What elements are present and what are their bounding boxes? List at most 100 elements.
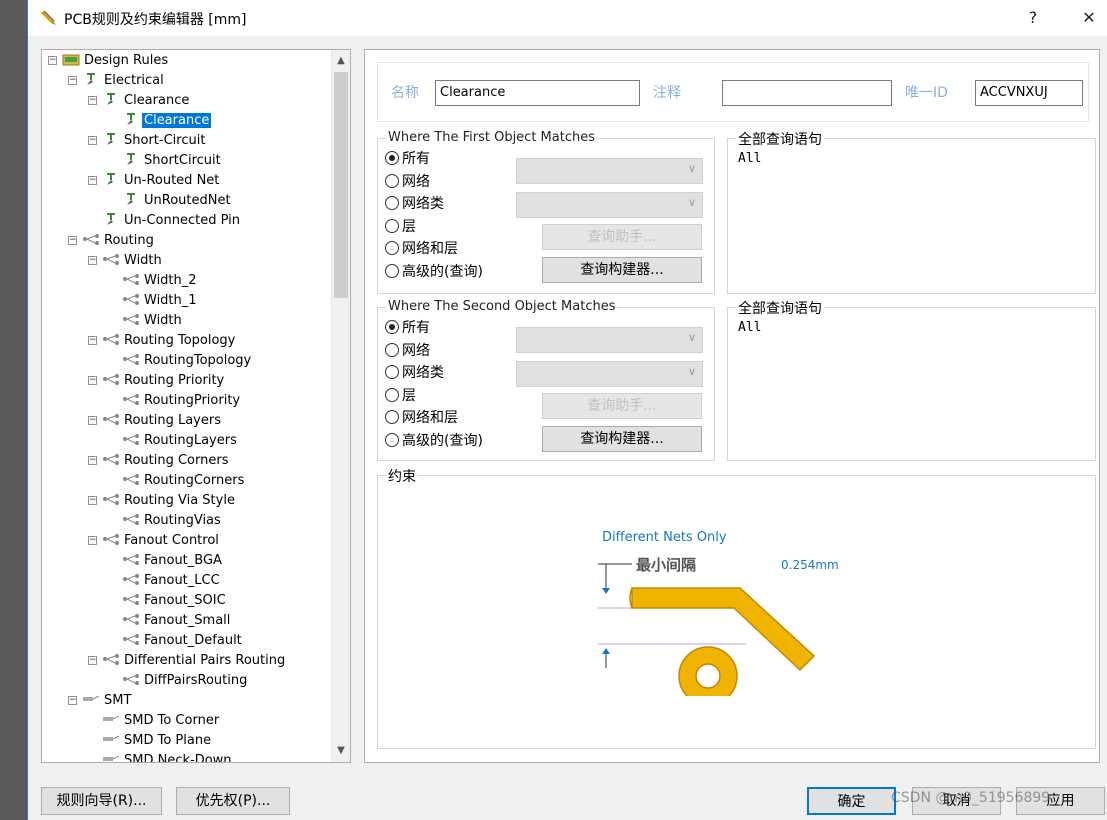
- second-match-radio-option[interactable]: 网络: [385, 340, 430, 362]
- tree-item[interactable]: ShortCircuit: [122, 151, 223, 171]
- help-button[interactable]: ?: [1018, 6, 1048, 30]
- tree-item[interactable]: SMD To Plane: [102, 731, 213, 751]
- tree-item[interactable]: Differential Pairs Routing: [102, 651, 287, 671]
- tree-item[interactable]: Routing: [82, 231, 156, 251]
- tree-item[interactable]: Routing Layers: [102, 411, 223, 431]
- second-query-text[interactable]: All: [738, 320, 761, 335]
- second-query-builder-button[interactable]: 查询构建器...: [542, 426, 702, 452]
- tree-item[interactable]: Width: [122, 311, 184, 331]
- tree-item[interactable]: DiffPairsRouting: [122, 671, 249, 691]
- collapse-icon[interactable]: −: [68, 236, 77, 245]
- collapse-icon[interactable]: −: [68, 696, 77, 705]
- first-match-radio-option[interactable]: 网络: [385, 171, 430, 193]
- radio-indicator-icon: [385, 151, 399, 165]
- tree-item[interactable]: SMD Neck-Down: [102, 751, 234, 762]
- unconnected-pin-icon: [107, 213, 115, 225]
- routing-icon: [83, 234, 99, 245]
- ok-button[interactable]: 确定: [807, 787, 896, 815]
- routing-priority-icon: [103, 374, 119, 385]
- scroll-down-icon[interactable]: ▼: [332, 742, 350, 760]
- name-field[interactable]: Clearance: [435, 80, 640, 106]
- second-netclass-select[interactable]: ∨: [516, 361, 703, 387]
- comment-field[interactable]: [722, 80, 892, 106]
- tree-item[interactable]: Width: [102, 251, 164, 271]
- second-match-radio-option[interactable]: 所有: [385, 317, 430, 339]
- tree-item[interactable]: Fanout_Small: [122, 611, 232, 631]
- scroll-thumb[interactable]: [334, 72, 348, 298]
- tree-item[interactable]: Routing Priority: [102, 371, 226, 391]
- first-query-text[interactable]: All: [738, 151, 761, 166]
- tree-item[interactable]: Fanout_SOIC: [122, 591, 228, 611]
- smt-icon: [83, 695, 100, 701]
- second-match-radio-option[interactable]: 高级的(查询): [385, 430, 483, 452]
- tree-item-label: Short-Circuit: [124, 133, 206, 148]
- collapse-icon[interactable]: −: [88, 496, 97, 505]
- tree-item[interactable]: Un-Routed Net: [102, 171, 221, 191]
- tree-item[interactable]: Electrical: [82, 71, 166, 91]
- collapse-icon[interactable]: −: [88, 536, 97, 545]
- first-net-select[interactable]: ∨: [516, 158, 703, 184]
- tree-scrollbar[interactable]: ▲ ▼: [331, 50, 350, 762]
- collapse-icon[interactable]: −: [88, 256, 97, 265]
- rule-wizard-button[interactable]: 规则向导(R)...: [41, 787, 162, 815]
- collapse-icon[interactable]: −: [48, 56, 57, 65]
- second-match-radio-option[interactable]: 网络和层: [385, 407, 458, 429]
- routing-layers-icon: [103, 414, 119, 425]
- width-category-icon: [103, 254, 119, 265]
- tree-item[interactable]: RoutingVias: [122, 511, 223, 531]
- first-query-builder-button[interactable]: 查询构建器...: [542, 257, 702, 283]
- tree-item[interactable]: Fanout Control: [102, 531, 221, 551]
- first-match-radio-option[interactable]: 网络类: [385, 193, 444, 215]
- rules-tree[interactable]: Design Rules − Electrical − Clearance − Cleara…: [41, 49, 351, 763]
- tree-item[interactable]: Routing Corners: [102, 451, 230, 471]
- tree-item[interactable]: Routing Via Style: [102, 491, 237, 511]
- first-match-radio-option[interactable]: 层: [385, 216, 416, 238]
- constraint-mode-label[interactable]: Different Nets Only: [602, 530, 727, 545]
- tree-item-label: Un-Routed Net: [124, 173, 220, 188]
- collapse-icon[interactable]: −: [88, 176, 97, 185]
- tree-item[interactable]: SMD To Corner: [102, 711, 221, 731]
- collapse-icon[interactable]: −: [88, 456, 97, 465]
- priority-button[interactable]: 优先权(P)...: [176, 787, 290, 815]
- tree-item[interactable]: Routing Topology: [102, 331, 237, 351]
- tree-item[interactable]: Design Rules: [62, 51, 170, 71]
- first-netclass-select[interactable]: ∨: [516, 192, 703, 218]
- tree-item[interactable]: RoutingTopology: [122, 351, 253, 371]
- scroll-up-icon[interactable]: ▲: [332, 52, 350, 70]
- radio-label: 所有: [402, 320, 430, 336]
- radio-indicator-icon: [385, 218, 399, 233]
- tree-item[interactable]: Clearance: [102, 91, 191, 111]
- tree-item[interactable]: Clearance: [122, 111, 212, 131]
- tree-item[interactable]: Width_2: [122, 271, 199, 291]
- tree-item[interactable]: SMT: [82, 691, 133, 711]
- first-query-helper-button[interactable]: 查询助手...: [542, 224, 702, 250]
- collapse-icon[interactable]: −: [88, 336, 97, 345]
- tree-item[interactable]: UnRoutedNet: [122, 191, 233, 211]
- tree-item[interactable]: Fanout_Default: [122, 631, 244, 651]
- collapse-icon[interactable]: −: [88, 376, 97, 385]
- close-button[interactable]: ✕: [1074, 6, 1104, 30]
- tree-item[interactable]: Un-Connected Pin: [102, 211, 242, 231]
- tree-item[interactable]: RoutingLayers: [122, 431, 239, 451]
- tree-item[interactable]: Short-Circuit: [102, 131, 207, 151]
- uid-field[interactable]: ACCVNXUJ: [975, 80, 1083, 106]
- second-query-helper-button[interactable]: 查询助手...: [542, 393, 702, 419]
- first-match-radio-option[interactable]: 高级的(查询): [385, 261, 483, 283]
- tree-item[interactable]: RoutingCorners: [122, 471, 246, 491]
- second-match-radio-option[interactable]: 网络类: [385, 362, 444, 384]
- first-match-radio-option[interactable]: 网络和层: [385, 238, 458, 260]
- collapse-icon[interactable]: −: [88, 136, 97, 145]
- tree-item[interactable]: Fanout_LCC: [122, 571, 222, 591]
- second-net-select[interactable]: ∨: [516, 327, 703, 353]
- first-match-radio-option[interactable]: 所有: [385, 148, 430, 170]
- diff-pairs-icon: [103, 654, 119, 665]
- collapse-icon[interactable]: −: [88, 416, 97, 425]
- collapse-icon[interactable]: −: [88, 656, 97, 665]
- collapse-icon[interactable]: −: [88, 96, 97, 105]
- collapse-icon[interactable]: −: [68, 76, 77, 85]
- second-match-radio-option[interactable]: 层: [385, 385, 416, 407]
- tree-item-label: SMD To Plane: [124, 733, 212, 748]
- tree-item[interactable]: Width_1: [122, 291, 199, 311]
- tree-item[interactable]: Fanout_BGA: [122, 551, 224, 571]
- tree-item[interactable]: RoutingPriority: [122, 391, 242, 411]
